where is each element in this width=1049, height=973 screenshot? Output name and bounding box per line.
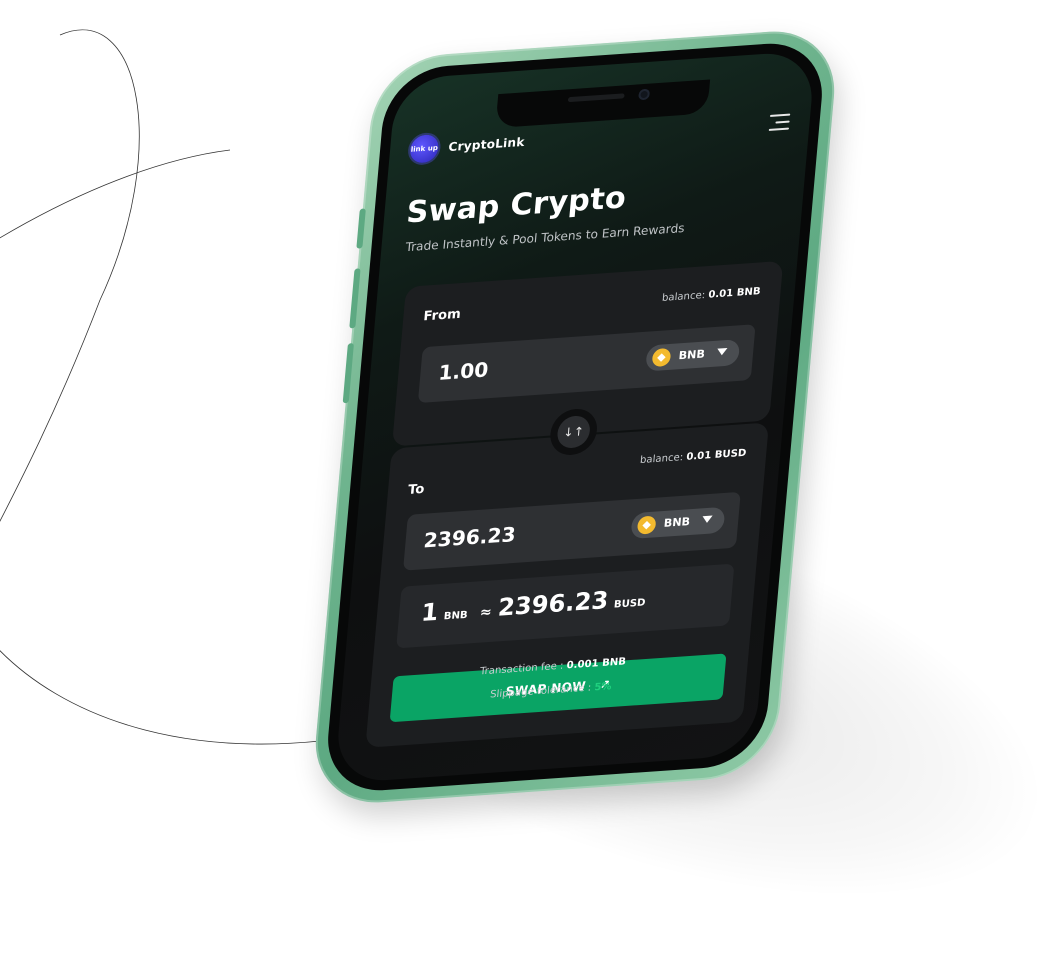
- bnb-coin-icon: ◆: [636, 515, 657, 535]
- to-label: To: [407, 481, 425, 498]
- from-amount-input[interactable]: 1.00: [438, 357, 490, 384]
- rate-left-unit: BNB: [443, 609, 469, 623]
- app-logo[interactable]: link up: [408, 133, 440, 164]
- bnb-coin-icon: ◆: [651, 347, 672, 368]
- rate-left-amount: 1: [420, 597, 440, 627]
- to-balance-label: balance:: [639, 452, 684, 467]
- brand-name: CryptoLink: [447, 134, 526, 155]
- speaker: [567, 93, 625, 103]
- rate-right-amount: 2396.23: [496, 586, 610, 622]
- exchange-rate: 1 BNB ≈2396.23 BUSD: [420, 583, 653, 627]
- rate-right-unit: BUSD: [613, 597, 646, 611]
- to-token-name: BNB: [663, 515, 691, 530]
- rate-approx: ≈: [479, 604, 493, 621]
- exchange-rate-box: 1 BNB ≈2396.23 BUSD: [396, 563, 735, 649]
- from-token-name: BNB: [678, 347, 706, 363]
- page-title: Swap Crypto: [405, 180, 628, 231]
- chevron-down-icon: [716, 347, 728, 356]
- camera-icon: [638, 88, 651, 101]
- swap-arrows-icon: ↓↑: [556, 414, 592, 450]
- chevron-down-icon: [701, 515, 713, 524]
- hamburger-menu-icon[interactable]: [768, 113, 791, 133]
- to-balance-value: 0.01 BUSD: [685, 447, 747, 463]
- from-label: From: [422, 306, 462, 325]
- to-balance: balance: 0.01 BUSD: [639, 448, 746, 466]
- app-screen: link up CryptoLink Swap Crypto Trade Ins…: [334, 50, 816, 784]
- phone-mockup: link up CryptoLink Swap Crypto Trade Ins…: [309, 26, 841, 808]
- to-token-select[interactable]: ◆ BNB: [630, 506, 726, 540]
- from-balance-label: balance:: [661, 289, 706, 304]
- to-amount-input[interactable]: 2396.23: [423, 522, 517, 552]
- from-balance-value: 0.01 BNB: [707, 286, 761, 301]
- slippage-value: 5%: [593, 681, 612, 694]
- from-balance: balance: 0.01 BNB: [661, 286, 761, 304]
- from-token-select[interactable]: ◆ BNB: [645, 339, 741, 372]
- to-amount-field[interactable]: 2396.23 ◆ BNB: [403, 491, 741, 571]
- from-amount-field[interactable]: 1.00 ◆ BNB: [417, 324, 756, 404]
